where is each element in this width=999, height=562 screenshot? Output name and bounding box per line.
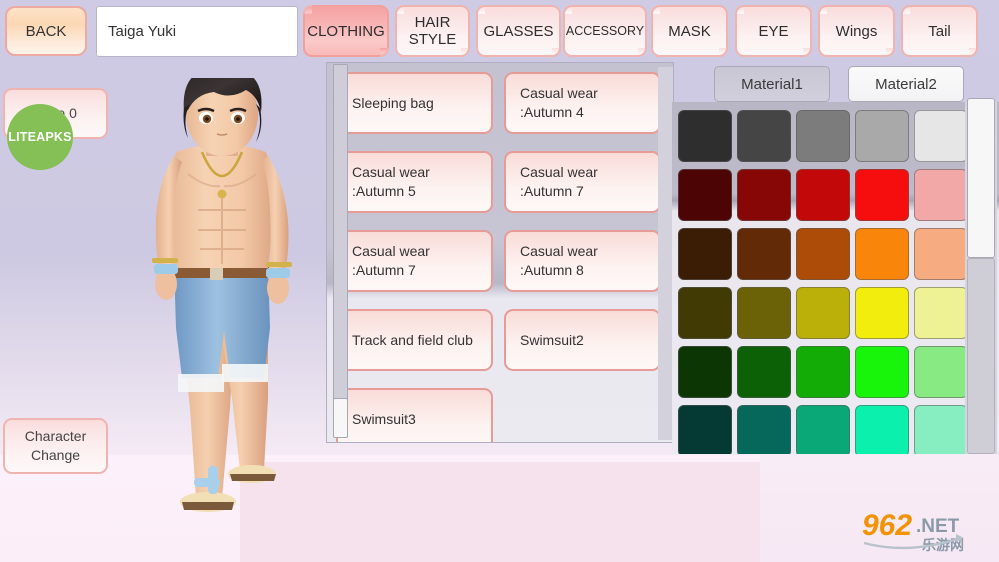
- color-swatch-grays-4[interactable]: [914, 110, 968, 162]
- color-swatch-greens-2[interactable]: [796, 346, 850, 398]
- color-swatch-reds-1[interactable]: [737, 169, 791, 221]
- color-swatch-reds-0[interactable]: [678, 169, 732, 221]
- color-swatch-browns-3[interactable]: [855, 228, 909, 280]
- color-swatch-reds-3[interactable]: [855, 169, 909, 221]
- color-swatch-olives-0[interactable]: [678, 287, 732, 339]
- list-item-label: Sleeping bag: [352, 94, 434, 111]
- color-swatch-olives-4[interactable]: [914, 287, 968, 339]
- list-item-label: Casual wear :Autumn 4: [520, 85, 598, 120]
- color-swatch-olives-3[interactable]: [855, 287, 909, 339]
- tab-glasses[interactable]: GLASSES: [476, 5, 561, 57]
- color-swatch-olives-2[interactable]: [796, 287, 850, 339]
- palette-scrollbar-lower[interactable]: [967, 258, 995, 454]
- color-swatch-browns-0[interactable]: [678, 228, 732, 280]
- clothing-list[interactable]: Sleeping bag Casual wear :Autumn 4 Casual …: [327, 63, 661, 442]
- tab-material1[interactable]: Material1: [714, 66, 830, 102]
- watermark-domain: .NET: [916, 516, 960, 537]
- tab-label: MASK: [668, 22, 711, 40]
- color-swatch-grays-3[interactable]: [855, 110, 909, 162]
- tab-label: Tail: [928, 22, 951, 40]
- color-swatch-grays-1[interactable]: [737, 110, 791, 162]
- tab-mask[interactable]: MASK: [651, 5, 728, 57]
- clothing-scrollbar-thumb-lower[interactable]: [333, 398, 348, 438]
- color-swatch-teals-2[interactable]: [796, 405, 850, 454]
- character-name-input[interactable]: Taiga Yuki: [96, 6, 298, 57]
- list-item[interactable]: Casual wear :Autumn 5: [336, 151, 493, 213]
- color-swatch-reds-4[interactable]: [914, 169, 968, 221]
- list-item[interactable]: Casual wear :Autumn 4: [504, 72, 661, 134]
- list-item-label: Casual wear :Autumn 7: [352, 243, 430, 278]
- color-swatch-browns-2[interactable]: [796, 228, 850, 280]
- color-swatch-grays-0[interactable]: [678, 110, 732, 162]
- color-swatch-teals-0[interactable]: [678, 405, 732, 454]
- list-item[interactable]: Track and field club: [336, 309, 493, 371]
- list-item[interactable]: Casual wear :Autumn 8: [504, 230, 661, 292]
- color-swatch-reds-2[interactable]: [796, 169, 850, 221]
- tab-label: Wings: [835, 22, 878, 40]
- list-item-label: Casual wear :Autumn 5: [352, 164, 430, 199]
- character-change-button[interactable]: Character Change: [3, 418, 108, 474]
- list-item[interactable]: Casual wear :Autumn 7: [504, 151, 661, 213]
- tab-accessory[interactable]: ACCESSORY: [563, 5, 647, 57]
- tab-hair-style[interactable]: HAIR STYLE: [395, 5, 470, 57]
- top-toolbar: BACK Taiga Yuki CLOTHING HAIR STYLE GLASSE…: [0, 0, 999, 62]
- list-item-label: Casual wear :Autumn 8: [520, 243, 598, 278]
- color-swatch-greens-0[interactable]: [678, 346, 732, 398]
- site-watermark: 962 .NET 乐游网: [860, 505, 992, 555]
- tab-label: ACCESSORY: [565, 23, 645, 38]
- palette-scrollbar-thumb[interactable]: [967, 98, 995, 258]
- character-preview[interactable]: [118, 78, 323, 528]
- watermark-number: 962: [862, 509, 912, 542]
- list-item[interactable]: Swimsuit3: [336, 388, 493, 442]
- color-swatch-teals-1[interactable]: [737, 405, 791, 454]
- list-item-label: Swimsuit2: [520, 331, 584, 348]
- color-swatch-greens-3[interactable]: [855, 346, 909, 398]
- back-button[interactable]: BACK: [5, 6, 87, 56]
- tab-wings[interactable]: Wings: [818, 5, 895, 57]
- list-item-label: Track and field club: [352, 331, 473, 348]
- clothing-list-panel: Sleeping bag Casual wear :Autumn 4 Casual …: [326, 62, 674, 443]
- tab-tail[interactable]: Tail: [901, 5, 978, 57]
- tab-clothing[interactable]: CLOTHING: [303, 5, 389, 57]
- color-swatch-olives-1[interactable]: [737, 287, 791, 339]
- list-item[interactable]: Swimsuit2: [504, 309, 661, 371]
- tab-label: GLASSES: [483, 22, 554, 40]
- list-item[interactable]: Casual wear :Autumn 7: [336, 230, 493, 292]
- color-swatch-teals-3[interactable]: [855, 405, 909, 454]
- tab-label: HAIR STYLE: [408, 14, 457, 48]
- tab-material2[interactable]: Material2: [848, 66, 964, 102]
- list-item-label: Casual wear :Autumn 7: [520, 164, 598, 199]
- color-swatch-greens-1[interactable]: [737, 346, 791, 398]
- tab-label: EYE: [758, 22, 789, 40]
- list-item[interactable]: Sleeping bag: [336, 72, 493, 134]
- tab-eye[interactable]: EYE: [735, 5, 812, 57]
- clothing-scrollbar-thumb[interactable]: [333, 64, 348, 405]
- color-swatch-teals-4[interactable]: [914, 405, 968, 454]
- color-palette[interactable]: [672, 102, 999, 454]
- app-root: BACK Taiga Yuki CLOTHING HAIR STYLE GLASSE…: [0, 0, 999, 562]
- tab-label: CLOTHING: [307, 22, 385, 40]
- color-swatch-browns-4[interactable]: [914, 228, 968, 280]
- list-item-label: Swimsuit3: [352, 410, 416, 427]
- color-swatch-grays-2[interactable]: [796, 110, 850, 162]
- color-swatch-browns-1[interactable]: [737, 228, 791, 280]
- liteapks-watermark: LITEAPKS: [7, 104, 73, 170]
- color-swatch-greens-4[interactable]: [914, 346, 968, 398]
